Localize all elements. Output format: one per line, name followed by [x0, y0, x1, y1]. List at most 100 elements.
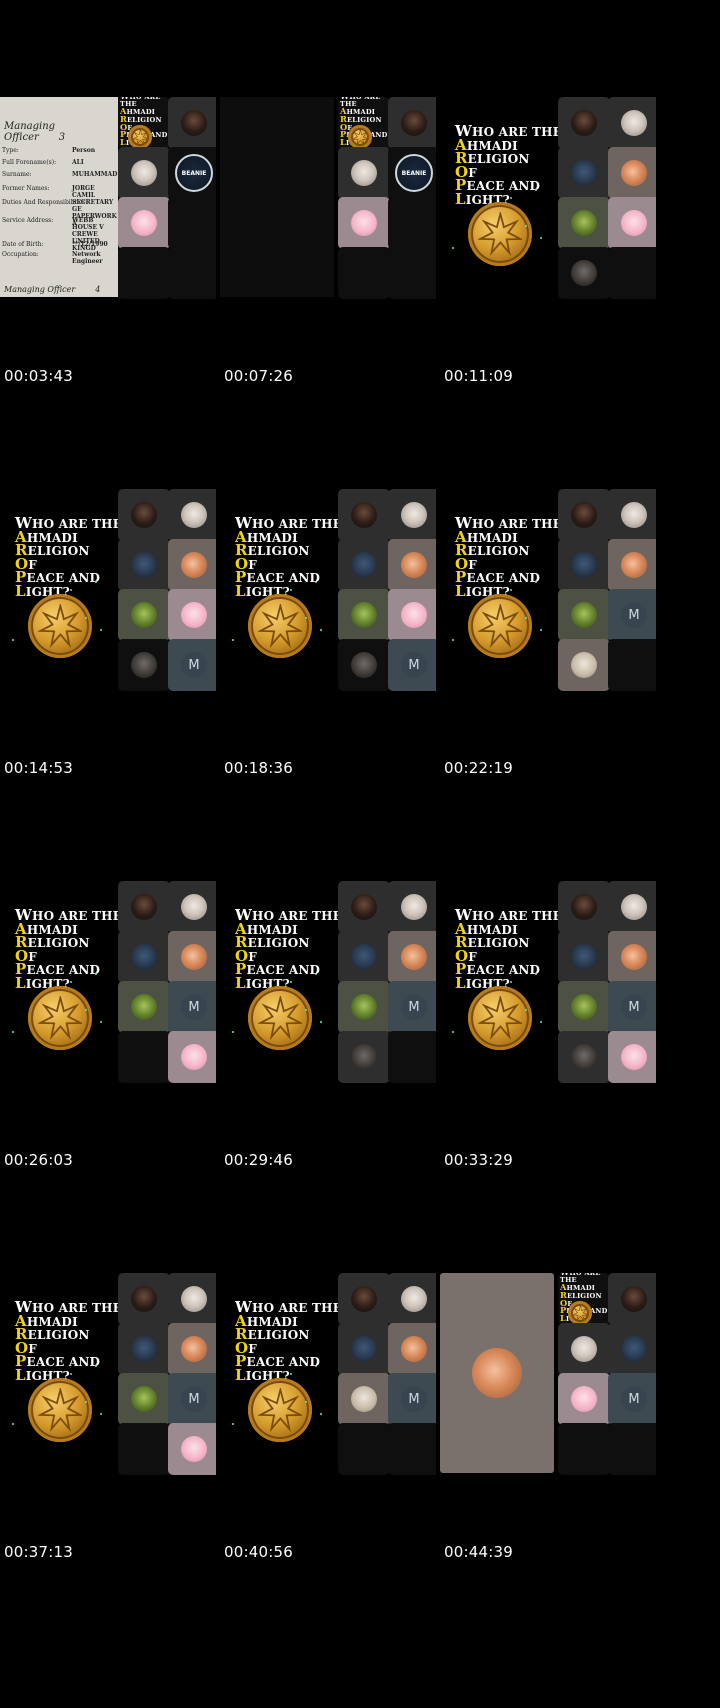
participant-tile[interactable]: Who are theAhmadiReligionOfPeace andLigh…: [118, 97, 170, 149]
participant-tile[interactable]: [118, 247, 170, 299]
participant-tile[interactable]: [338, 1273, 390, 1325]
participant-tile[interactable]: [558, 881, 610, 933]
participant-tile[interactable]: [388, 1031, 436, 1083]
participant-tile[interactable]: [558, 639, 610, 691]
participant-tile[interactable]: [558, 197, 610, 249]
participant-tile[interactable]: [558, 1423, 610, 1475]
participant-tile[interactable]: [118, 931, 170, 983]
participant-tile[interactable]: [118, 1323, 170, 1375]
participant-tile[interactable]: [338, 1423, 390, 1475]
participant-tile[interactable]: [608, 1323, 656, 1375]
participant-tile[interactable]: [168, 1323, 216, 1375]
participant-tile[interactable]: [338, 489, 390, 541]
participant-tile[interactable]: [558, 1323, 610, 1375]
participant-tile[interactable]: [608, 1273, 656, 1325]
participant-tile[interactable]: [388, 539, 436, 591]
participant-tile[interactable]: [388, 197, 436, 249]
participant-tile[interactable]: [118, 489, 170, 541]
participant-tile[interactable]: Who are theAhmadiReligionOfPeace andLigh…: [338, 97, 390, 149]
participant-tile[interactable]: [388, 931, 436, 983]
participant-tile[interactable]: [558, 1031, 610, 1083]
participant-tile[interactable]: [558, 97, 610, 149]
participant-tile[interactable]: [168, 197, 216, 249]
participant-tile[interactable]: [338, 147, 390, 199]
participant-tile[interactable]: Who are theAhmadiReligionOfPeace andLigh…: [558, 1273, 610, 1325]
participant-tile[interactable]: M: [608, 589, 656, 641]
participant-tile[interactable]: [118, 147, 170, 199]
participant-tile[interactable]: [608, 247, 656, 299]
participant-tile[interactable]: [168, 489, 216, 541]
participant-tile[interactable]: [608, 1423, 656, 1475]
participant-tile[interactable]: [338, 589, 390, 641]
participant-tile[interactable]: [118, 1373, 170, 1425]
participant-tile[interactable]: BEANIE: [388, 147, 436, 199]
participant-tile[interactable]: M: [608, 981, 656, 1033]
participant-tile[interactable]: [118, 539, 170, 591]
participant-tile[interactable]: M: [168, 639, 216, 691]
participant-tile[interactable]: [118, 1273, 170, 1325]
participant-tile[interactable]: [388, 881, 436, 933]
participant-tile[interactable]: [388, 1323, 436, 1375]
participant-avatar: [181, 1044, 207, 1070]
participant-tile[interactable]: [338, 1031, 390, 1083]
participant-tile[interactable]: [558, 589, 610, 641]
participant-tile[interactable]: [558, 1373, 610, 1425]
participant-tile[interactable]: M: [388, 1373, 436, 1425]
participant-tile[interactable]: [558, 147, 610, 199]
participant-tile[interactable]: [608, 539, 656, 591]
participant-tile[interactable]: [118, 1423, 170, 1475]
participant-tile[interactable]: [338, 639, 390, 691]
participant-tile[interactable]: [338, 981, 390, 1033]
participant-tile[interactable]: [338, 197, 390, 249]
participant-tile[interactable]: [168, 97, 216, 149]
participant-tile[interactable]: [608, 97, 656, 149]
participant-tile[interactable]: [558, 247, 610, 299]
participant-tile[interactable]: [388, 589, 436, 641]
participant-tile[interactable]: [118, 589, 170, 641]
participant-tile[interactable]: [608, 881, 656, 933]
participant-tile[interactable]: [118, 881, 170, 933]
participant-tile[interactable]: [168, 539, 216, 591]
participant-tile[interactable]: [388, 1273, 436, 1325]
participant-tile[interactable]: [388, 247, 436, 299]
participant-tile[interactable]: [338, 1323, 390, 1375]
participant-tile[interactable]: [168, 1423, 216, 1475]
participant-tile[interactable]: [168, 247, 216, 299]
participant-tile[interactable]: [118, 197, 170, 249]
participant-tile[interactable]: [168, 881, 216, 933]
participant-avatar: [571, 894, 597, 920]
participant-tile[interactable]: [558, 931, 610, 983]
participant-tile[interactable]: M: [388, 639, 436, 691]
participant-tile[interactable]: [338, 931, 390, 983]
participant-tile[interactable]: [608, 489, 656, 541]
participant-tile[interactable]: [118, 639, 170, 691]
participant-tile[interactable]: [168, 931, 216, 983]
participant-tile[interactable]: [168, 1273, 216, 1325]
participant-tile[interactable]: [168, 1031, 216, 1083]
participant-tile[interactable]: [388, 489, 436, 541]
participant-tile[interactable]: [608, 147, 656, 199]
participant-tile[interactable]: [118, 1031, 170, 1083]
participant-tile[interactable]: M: [168, 1373, 216, 1425]
participant-tile[interactable]: [558, 539, 610, 591]
participant-tile[interactable]: [608, 1031, 656, 1083]
participant-tile[interactable]: M: [608, 1373, 656, 1425]
participant-tile[interactable]: [118, 981, 170, 1033]
participant-tile[interactable]: M: [388, 981, 436, 1033]
participant-tile[interactable]: [168, 589, 216, 641]
participant-tile[interactable]: [558, 981, 610, 1033]
participant-tile[interactable]: [608, 197, 656, 249]
participant-tile[interactable]: [608, 931, 656, 983]
participant-tile[interactable]: [338, 539, 390, 591]
participant-tile[interactable]: [388, 1423, 436, 1475]
participant-tile[interactable]: [338, 1373, 390, 1425]
participant-avatar: [351, 1286, 377, 1312]
participant-avatar: [401, 1336, 427, 1362]
participant-tile[interactable]: M: [168, 981, 216, 1033]
participant-tile[interactable]: [608, 639, 656, 691]
participant-tile[interactable]: [338, 881, 390, 933]
participant-tile[interactable]: [388, 97, 436, 149]
participant-tile[interactable]: BEANIE: [168, 147, 216, 199]
participant-tile[interactable]: [338, 247, 390, 299]
participant-tile[interactable]: [558, 489, 610, 541]
